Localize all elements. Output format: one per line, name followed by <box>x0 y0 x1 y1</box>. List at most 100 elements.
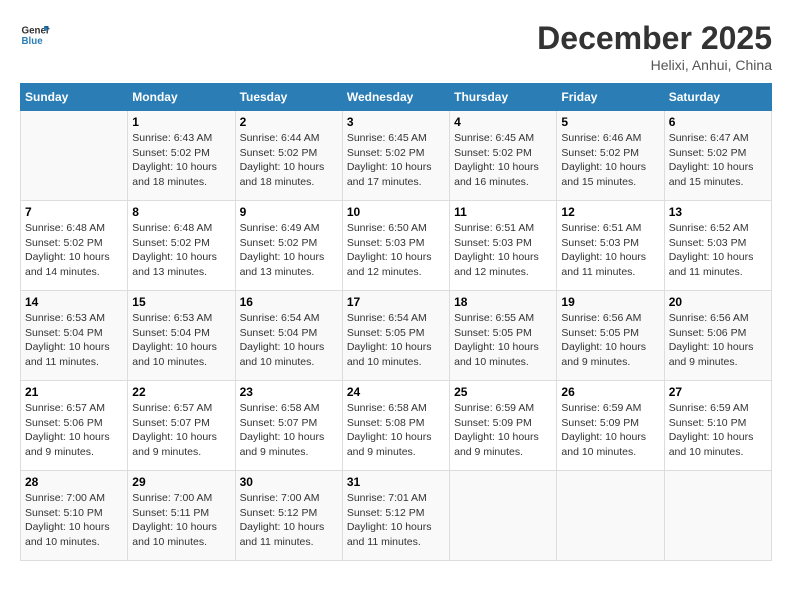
calendar-cell: 7 Sunrise: 6:48 AM Sunset: 5:02 PM Daylig… <box>21 201 128 291</box>
day-number: 19 <box>561 295 659 309</box>
calendar-cell: 19 Sunrise: 6:56 AM Sunset: 5:05 PM Dayli… <box>557 291 664 381</box>
weekday-header-thursday: Thursday <box>450 84 557 111</box>
weekday-header-tuesday: Tuesday <box>235 84 342 111</box>
day-number: 29 <box>132 475 230 489</box>
calendar-cell: 17Sunrise: 6:54 AM Sunset: 5:05 PM Dayli… <box>342 291 449 381</box>
day-info: Sunrise: 6:58 AM Sunset: 5:07 PM Dayligh… <box>240 401 338 460</box>
day-info: Sunrise: 6:57 AM Sunset: 5:07 PM Dayligh… <box>132 401 230 460</box>
calendar-cell: 18 Sunrise: 6:55 AM Sunset: 5:05 PM Dayli… <box>450 291 557 381</box>
day-info: Sunrise: 6:49 AM Sunset: 5:02 PM Dayligh… <box>240 221 338 280</box>
calendar-cell <box>21 111 128 201</box>
day-info: Sunrise: 7:00 AM Sunset: 5:10 PM Dayligh… <box>25 491 123 550</box>
calendar-cell: 24 Sunrise: 6:58 AM Sunset: 5:08 PM Dayli… <box>342 381 449 471</box>
calendar-cell: 21Sunrise: 6:57 AM Sunset: 5:06 PM Dayli… <box>21 381 128 471</box>
day-number: 30 <box>240 475 338 489</box>
weekday-header-row: SundayMondayTuesdayWednesdayThursdayFrid… <box>21 84 772 111</box>
day-info: Sunrise: 6:53 AM Sunset: 5:04 PM Dayligh… <box>25 311 123 370</box>
day-number: 12 <box>561 205 659 219</box>
calendar-cell: 2Sunrise: 6:44 AM Sunset: 5:02 PM Daylig… <box>235 111 342 201</box>
calendar-cell <box>557 471 664 561</box>
day-number: 22 <box>132 385 230 399</box>
page-header: General Blue December 2025 Helixi, Anhui… <box>20 20 772 73</box>
day-number: 20 <box>669 295 767 309</box>
day-number: 25 <box>454 385 552 399</box>
day-number: 16 <box>240 295 338 309</box>
calendar-cell: 11 Sunrise: 6:51 AM Sunset: 5:03 PM Dayli… <box>450 201 557 291</box>
day-number: 26 <box>561 385 659 399</box>
day-info: Sunrise: 6:55 AM Sunset: 5:05 PM Dayligh… <box>454 311 552 370</box>
day-number: 3 <box>347 115 445 129</box>
logo-icon: General Blue <box>20 20 50 50</box>
weekday-header-sunday: Sunday <box>21 84 128 111</box>
day-info: Sunrise: 6:45 AM Sunset: 5:02 PM Dayligh… <box>347 131 445 190</box>
calendar-cell: 9 Sunrise: 6:49 AM Sunset: 5:02 PM Daylig… <box>235 201 342 291</box>
calendar-cell: 29 Sunrise: 7:00 AM Sunset: 5:11 PM Dayli… <box>128 471 235 561</box>
calendar-cell: 5 Sunrise: 6:46 AM Sunset: 5:02 PM Daylig… <box>557 111 664 201</box>
day-info: Sunrise: 6:46 AM Sunset: 5:02 PM Dayligh… <box>561 131 659 190</box>
calendar-cell: 20 Sunrise: 6:56 AM Sunset: 5:06 PM Dayli… <box>664 291 771 381</box>
calendar-week-4: 21Sunrise: 6:57 AM Sunset: 5:06 PM Dayli… <box>21 381 772 471</box>
calendar-week-3: 14 Sunrise: 6:53 AM Sunset: 5:04 PM Dayli… <box>21 291 772 381</box>
day-info: Sunrise: 6:54 AM Sunset: 5:04 PM Dayligh… <box>240 311 338 370</box>
calendar-cell: 4Sunrise: 6:45 AM Sunset: 5:02 PM Daylig… <box>450 111 557 201</box>
day-info: Sunrise: 7:00 AM Sunset: 5:11 PM Dayligh… <box>132 491 230 550</box>
calendar-cell: 3 Sunrise: 6:45 AM Sunset: 5:02 PM Daylig… <box>342 111 449 201</box>
day-info: Sunrise: 6:53 AM Sunset: 5:04 PM Dayligh… <box>132 311 230 370</box>
calendar-cell: 27 Sunrise: 6:59 AM Sunset: 5:10 PM Dayli… <box>664 381 771 471</box>
location: Helixi, Anhui, China <box>537 57 772 73</box>
weekday-header-saturday: Saturday <box>664 84 771 111</box>
day-number: 2 <box>240 115 338 129</box>
day-info: Sunrise: 6:58 AM Sunset: 5:08 PM Dayligh… <box>347 401 445 460</box>
calendar-cell <box>450 471 557 561</box>
day-number: 24 <box>347 385 445 399</box>
calendar-cell: 1Sunrise: 6:43 AM Sunset: 5:02 PM Daylig… <box>128 111 235 201</box>
day-info: Sunrise: 6:57 AM Sunset: 5:06 PM Dayligh… <box>25 401 123 460</box>
calendar-cell: 28 Sunrise: 7:00 AM Sunset: 5:10 PM Dayli… <box>21 471 128 561</box>
day-number: 27 <box>669 385 767 399</box>
weekday-header-monday: Monday <box>128 84 235 111</box>
day-info: Sunrise: 6:48 AM Sunset: 5:02 PM Dayligh… <box>25 221 123 280</box>
calendar-cell: 30 Sunrise: 7:00 AM Sunset: 5:12 PM Dayli… <box>235 471 342 561</box>
day-number: 11 <box>454 205 552 219</box>
day-info: Sunrise: 6:54 AM Sunset: 5:05 PM Dayligh… <box>347 311 445 370</box>
day-info: Sunrise: 6:48 AM Sunset: 5:02 PM Dayligh… <box>132 221 230 280</box>
calendar-cell: 25Sunrise: 6:59 AM Sunset: 5:09 PM Dayli… <box>450 381 557 471</box>
day-number: 18 <box>454 295 552 309</box>
weekday-header-friday: Friday <box>557 84 664 111</box>
calendar-table: SundayMondayTuesdayWednesdayThursdayFrid… <box>20 83 772 561</box>
day-number: 23 <box>240 385 338 399</box>
day-info: Sunrise: 6:52 AM Sunset: 5:03 PM Dayligh… <box>669 221 767 280</box>
day-number: 5 <box>561 115 659 129</box>
svg-text:Blue: Blue <box>22 36 44 47</box>
day-number: 14 <box>25 295 123 309</box>
month-title: December 2025 <box>537 20 772 57</box>
day-info: Sunrise: 6:43 AM Sunset: 5:02 PM Dayligh… <box>132 131 230 190</box>
day-number: 6 <box>669 115 767 129</box>
day-number: 31 <box>347 475 445 489</box>
day-number: 9 <box>240 205 338 219</box>
logo: General Blue <box>20 20 50 50</box>
day-number: 7 <box>25 205 123 219</box>
day-info: Sunrise: 6:59 AM Sunset: 5:10 PM Dayligh… <box>669 401 767 460</box>
day-info: Sunrise: 6:51 AM Sunset: 5:03 PM Dayligh… <box>561 221 659 280</box>
calendar-cell: 13Sunrise: 6:52 AM Sunset: 5:03 PM Dayli… <box>664 201 771 291</box>
day-info: Sunrise: 6:59 AM Sunset: 5:09 PM Dayligh… <box>561 401 659 460</box>
day-number: 8 <box>132 205 230 219</box>
day-info: Sunrise: 7:00 AM Sunset: 5:12 PM Dayligh… <box>240 491 338 550</box>
day-info: Sunrise: 6:56 AM Sunset: 5:05 PM Dayligh… <box>561 311 659 370</box>
calendar-cell: 8 Sunrise: 6:48 AM Sunset: 5:02 PM Daylig… <box>128 201 235 291</box>
day-info: Sunrise: 6:56 AM Sunset: 5:06 PM Dayligh… <box>669 311 767 370</box>
day-info: Sunrise: 6:45 AM Sunset: 5:02 PM Dayligh… <box>454 131 552 190</box>
calendar-week-2: 7 Sunrise: 6:48 AM Sunset: 5:02 PM Daylig… <box>21 201 772 291</box>
day-number: 15 <box>132 295 230 309</box>
title-block: December 2025 Helixi, Anhui, China <box>537 20 772 73</box>
calendar-week-1: 1Sunrise: 6:43 AM Sunset: 5:02 PM Daylig… <box>21 111 772 201</box>
calendar-cell: 12 Sunrise: 6:51 AM Sunset: 5:03 PM Dayli… <box>557 201 664 291</box>
day-info: Sunrise: 6:51 AM Sunset: 5:03 PM Dayligh… <box>454 221 552 280</box>
calendar-cell: 31 Sunrise: 7:01 AM Sunset: 5:12 PM Dayli… <box>342 471 449 561</box>
day-number: 28 <box>25 475 123 489</box>
day-number: 10 <box>347 205 445 219</box>
calendar-cell: 16 Sunrise: 6:54 AM Sunset: 5:04 PM Dayli… <box>235 291 342 381</box>
calendar-cell: 26 Sunrise: 6:59 AM Sunset: 5:09 PM Dayli… <box>557 381 664 471</box>
day-info: Sunrise: 7:01 AM Sunset: 5:12 PM Dayligh… <box>347 491 445 550</box>
